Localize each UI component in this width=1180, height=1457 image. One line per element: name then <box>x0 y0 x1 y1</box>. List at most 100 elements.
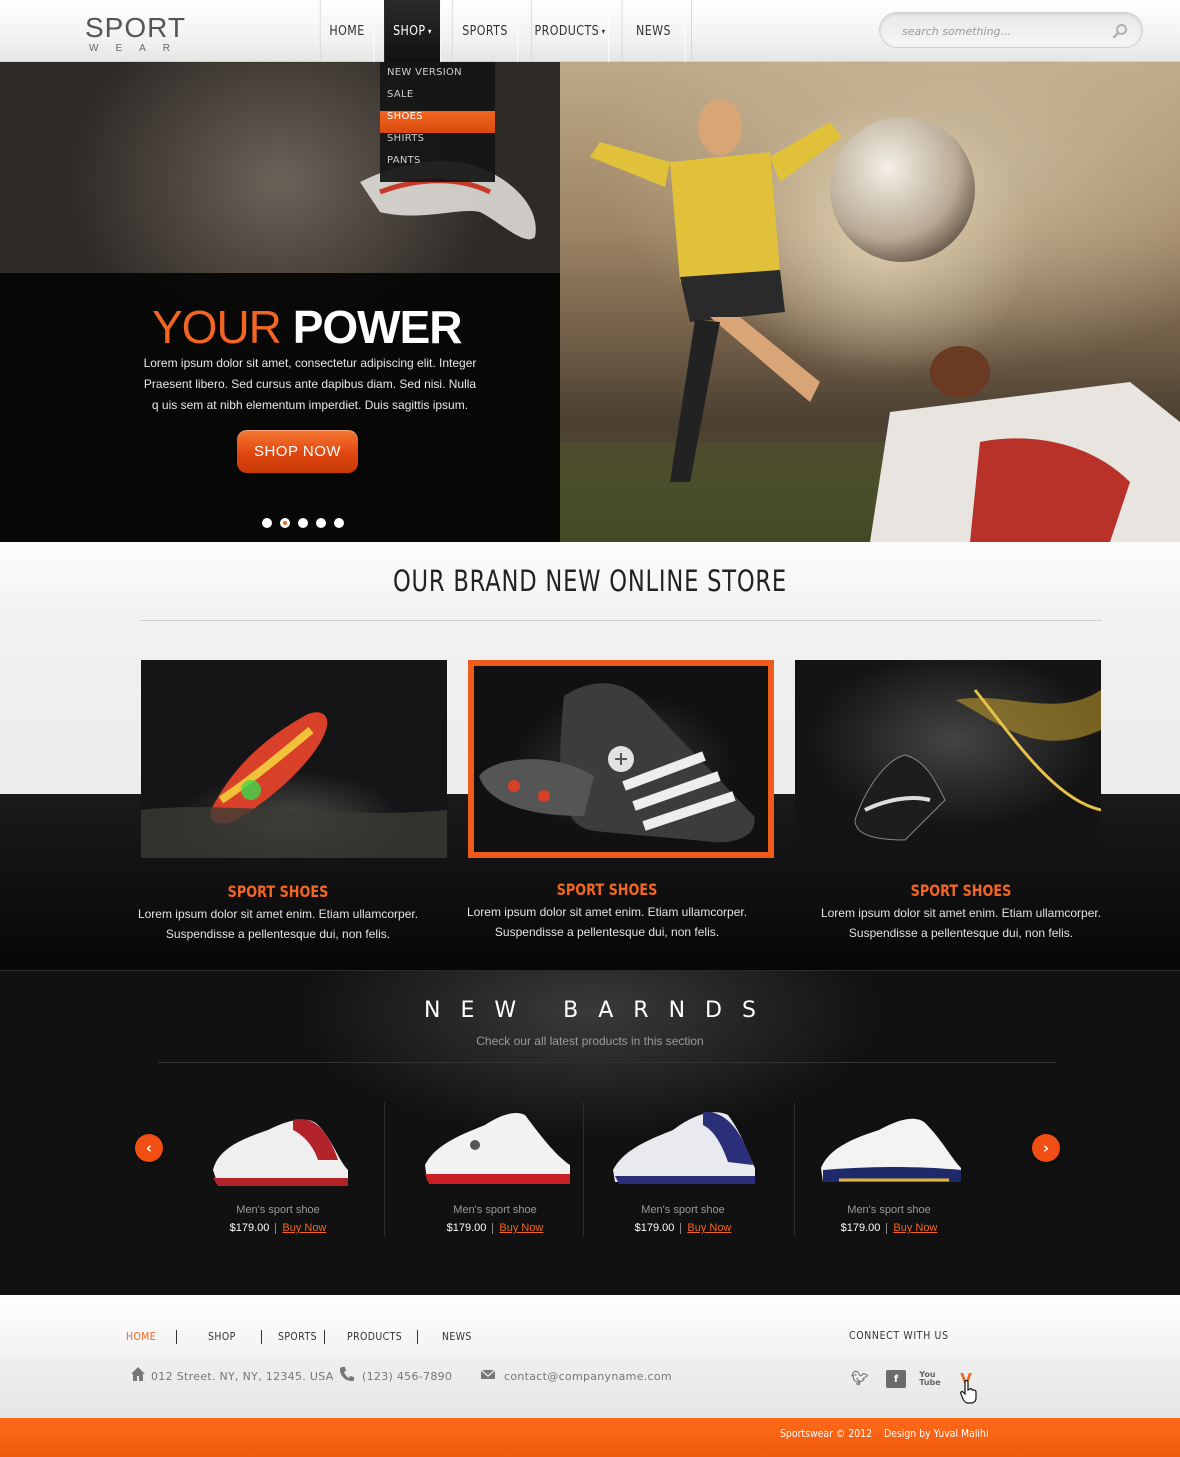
buy-now-link[interactable]: Buy Now <box>687 1222 731 1234</box>
search-icon[interactable] <box>1112 23 1128 39</box>
card-text-3-line2: Suspendisse a pellentesque dui, non feli… <box>848 926 1074 940</box>
hero-title-your: YOUR <box>152 301 282 353</box>
footer-nav-news[interactable]: NEWS <box>442 1330 472 1343</box>
footer-nav-home[interactable]: HOME <box>126 1330 156 1343</box>
card-title-2[interactable]: SPORT SHOES <box>485 880 730 899</box>
price-divider <box>886 1222 888 1234</box>
card-text-1-line2: Suspendisse a pellentesque dui, non feli… <box>165 927 391 941</box>
dropdown-item-shirts[interactable]: SHIRTS <box>380 133 495 155</box>
card-title-3[interactable]: SPORT SHOES <box>839 881 1084 900</box>
product-price: $179.00 <box>634 1222 675 1234</box>
nike-boot-image <box>854 689 1101 841</box>
buy-now-link[interactable]: Buy Now <box>282 1222 326 1234</box>
new-brands-title: NEW BARNDS <box>424 998 776 1023</box>
logo-main-text: SPORT <box>85 12 186 43</box>
slider-dot-5[interactable] <box>334 518 344 528</box>
new-brands-subtitle: Check our all latest products in this se… <box>476 1034 704 1048</box>
card-text-1: Lorem ipsum dolor sit amet enim. Etiam u… <box>125 904 431 944</box>
product-price-line: $179.00 Buy Now <box>395 1222 595 1234</box>
logo[interactable]: SPORT WEAR <box>85 12 205 55</box>
sneaker-image[interactable] <box>809 1100 969 1194</box>
footer-nav-divider <box>324 1330 325 1344</box>
footer-nav-bar <box>0 1295 1180 1357</box>
sneaker-image[interactable] <box>603 1100 763 1194</box>
card-text-2-line1: Lorem ipsum dolor sit amet enim. Etiam u… <box>466 905 748 919</box>
card-title-1[interactable]: SPORT SHOES <box>156 882 401 901</box>
footer-nav-sports[interactable]: SPORTS <box>278 1330 317 1343</box>
facebook-icon[interactable]: f <box>886 1370 906 1388</box>
product-card-image-3[interactable] <box>795 660 1101 858</box>
slider-dot-2-active[interactable] <box>280 518 290 528</box>
new-brands-divider <box>158 1062 1056 1063</box>
hero-title-power: POWER <box>292 301 463 353</box>
footer-nav-shop[interactable]: SHOP <box>208 1330 236 1343</box>
product-name[interactable]: Men's sport shoe <box>178 1204 378 1216</box>
product-name[interactable]: Men's sport shoe <box>583 1204 783 1216</box>
nav-divider <box>691 0 692 62</box>
footer-nav-divider <box>261 1330 262 1344</box>
card-text-1-line1: Lorem ipsum dolor sit amet enim. Etiam u… <box>137 907 419 921</box>
buy-now-link[interactable]: Buy Now <box>893 1222 937 1234</box>
design-credit[interactable]: Design by Yuval Malihi <box>884 1427 989 1440</box>
product-name[interactable]: Men's sport shoe <box>395 1204 595 1216</box>
home-icon <box>131 1367 145 1381</box>
twitter-icon[interactable]: 🐦︎ <box>850 1370 870 1388</box>
footer-phone: (123) 456-7890 <box>362 1370 453 1383</box>
copyright-text: Sportswear © 2012 Design by Yuval Malihi <box>780 1427 989 1440</box>
product-item-4: Men's sport shoe $179.00 Buy Now <box>789 1092 989 1252</box>
slider-dot-4[interactable] <box>316 518 326 528</box>
card-text-2-line2: Suspendisse a pellentesque dui, non feli… <box>494 925 720 939</box>
product-price-line: $179.00 Buy Now <box>583 1222 783 1234</box>
caret-down-icon: ▾ <box>601 26 606 36</box>
product-price-line: $179.00 Buy Now <box>178 1222 378 1234</box>
product-name[interactable]: Men's sport shoe <box>789 1204 989 1216</box>
search-input[interactable] <box>902 21 1102 41</box>
nav-sports-label: SPORTS <box>462 23 508 39</box>
nav-products[interactable]: PRODUCTS ▾ <box>530 0 610 62</box>
card-text-3-line1: Lorem ipsum dolor sit amet enim. Etiam u… <box>820 906 1102 920</box>
hero-player-image <box>590 99 842 482</box>
shop-now-button[interactable]: SHOP NOW <box>237 430 358 473</box>
product-price-line: $179.00 Buy Now <box>789 1222 989 1234</box>
product-card-image-2-selected[interactable] <box>468 660 774 858</box>
phone-icon <box>340 1367 354 1381</box>
dropdown-item-new-version[interactable]: NEW VERSION <box>380 67 495 89</box>
dropdown-item-sale[interactable]: SALE <box>380 89 495 111</box>
youtube-icon[interactable]: You Tube <box>919 1370 940 1388</box>
carousel-prev-button[interactable]: ‹ <box>135 1134 163 1162</box>
logo-sub-text: WEAR <box>89 43 187 54</box>
product-item-1: Men's sport shoe $179.00 Buy Now <box>178 1092 378 1252</box>
buy-now-link[interactable]: Buy Now <box>499 1222 543 1234</box>
nav-home-label: HOME <box>329 23 365 39</box>
hand-cursor-icon <box>960 1380 977 1404</box>
price-divider <box>492 1222 494 1234</box>
search-box <box>879 12 1143 48</box>
sneaker-image[interactable] <box>415 1100 575 1194</box>
footer-email[interactable]: contact@companyname.com <box>504 1370 672 1383</box>
dropdown-item-shoes[interactable]: SHOES <box>380 111 495 133</box>
price-divider <box>680 1222 682 1234</box>
dropdown-item-pants[interactable]: PANTS <box>380 155 495 177</box>
mail-icon <box>480 1369 496 1379</box>
chevron-left-icon: ‹ <box>145 1139 153 1157</box>
nav-shop[interactable]: SHOP ▾ <box>384 0 441 62</box>
slider-dot-1[interactable] <box>262 518 272 528</box>
carousel-next-button[interactable]: › <box>1032 1134 1060 1162</box>
nav-news-label: NEWS <box>636 23 671 39</box>
footer-nav-divider <box>176 1330 177 1344</box>
page: SPORT WEAR HOME SHOP ▾ SPORTS PRODUCTS ▾ N… <box>0 0 1180 1457</box>
copyright-bar <box>0 1418 1180 1457</box>
sneaker-image[interactable] <box>198 1100 358 1194</box>
product-card-image-1[interactable] <box>141 660 447 858</box>
nav-sports[interactable]: SPORTS <box>451 0 519 62</box>
caret-down-icon: ▾ <box>428 26 432 36</box>
hero-title: YOUR POWER <box>152 299 463 355</box>
adidas-boot-image <box>479 683 755 843</box>
nav-home[interactable]: HOME <box>319 0 375 62</box>
footer-nav-products[interactable]: PRODUCTS <box>347 1330 402 1343</box>
nav-products-label: PRODUCTS <box>534 23 600 39</box>
slider-dot-3[interactable] <box>298 518 308 528</box>
product-item-2: Men's sport shoe $179.00 Buy Now <box>395 1092 595 1252</box>
product-price: $179.00 <box>840 1222 881 1234</box>
nav-news[interactable]: NEWS <box>621 0 686 62</box>
